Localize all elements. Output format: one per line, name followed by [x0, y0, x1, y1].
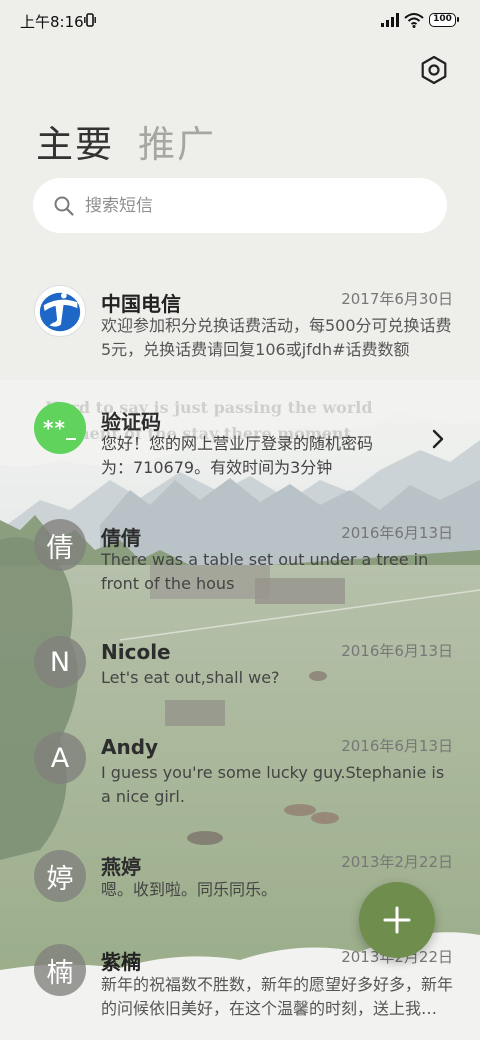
tab-main[interactable]: 主要: [36, 114, 114, 168]
message-preview: 新年的祝福数不胜数，新年的愿望好多好多，新年的问候依旧美好，在这个温馨的时刻，送…: [101, 975, 453, 1018]
search-input[interactable]: [85, 195, 405, 216]
vibrate-icon: [84, 13, 96, 27]
chevron-right-icon[interactable]: [430, 428, 446, 450]
avatar: 倩: [34, 519, 86, 571]
compose-button[interactable]: [359, 882, 435, 958]
avatar: 楠: [34, 944, 86, 996]
china-telecom-logo-avatar: [34, 285, 86, 337]
avatar: N: [34, 636, 86, 688]
signal-icon: [381, 13, 399, 27]
contact-name: 验证码: [101, 410, 161, 434]
avatar: A: [34, 732, 86, 784]
contact-name: 倩倩: [101, 526, 141, 550]
avatar: **_: [34, 402, 86, 454]
category-tabs: 主要 推广: [36, 114, 216, 168]
message-date: 2016年6月13日: [341, 642, 453, 660]
message-date: 2017年6月30日: [341, 290, 453, 308]
message-date: 2016年6月13日: [341, 524, 453, 542]
contact-name: 紫楠: [101, 950, 141, 974]
battery-icon: 100: [429, 13, 459, 27]
conversation-item[interactable]: A Andy 2016年6月13日 I guess you're some lu…: [0, 720, 480, 820]
message-date: 2013年2月22日: [341, 853, 453, 871]
conversation-item[interactable]: **_ 验证码 您好！您的网上营业厅登录的随机密码为：710679。有效时间为3…: [0, 388, 480, 488]
message-preview: I guess you're some lucky guy.Stephanie …: [101, 763, 445, 806]
search-icon: [54, 196, 74, 216]
contact-name: 燕婷: [101, 855, 141, 879]
contact-name: Nicole: [101, 640, 171, 664]
avatar: 婷: [34, 850, 86, 902]
telecom-logo-icon: [39, 292, 81, 332]
conversation-item[interactable]: N Nicole 2016年6月13日 Let's eat out,shall …: [0, 624, 480, 704]
status-bar: 上午8:16 100: [0, 0, 480, 42]
tab-promotions[interactable]: 推广: [138, 114, 216, 168]
contact-name: Andy: [101, 735, 159, 759]
gear-icon[interactable]: [418, 54, 450, 86]
plus-icon: [383, 906, 411, 934]
status-time: 上午8:16: [20, 13, 84, 31]
message-date: 2016年6月13日: [341, 737, 453, 755]
search-bar[interactable]: [33, 178, 447, 233]
message-preview: 欢迎参加积分兑换话费活动，每500分可兑换话费5元，兑换话费请回复106或jfd…: [101, 316, 452, 359]
conversation-item[interactable]: 中国电信 2017年6月30日 欢迎参加积分兑换话费活动，每500分可兑换话费5…: [0, 272, 480, 372]
message-preview: There was a table set out under a tree i…: [101, 550, 429, 593]
message-preview: 您好！您的网上营业厅登录的随机密码为：710679。有效时间为3分钟: [101, 434, 374, 477]
contact-name: 中国电信: [101, 292, 181, 316]
conversation-item[interactable]: 倩 倩倩 2016年6月13日 There was a table set ou…: [0, 506, 480, 606]
message-preview: Let's eat out,shall we?: [101, 668, 280, 687]
wifi-icon: [404, 13, 424, 28]
